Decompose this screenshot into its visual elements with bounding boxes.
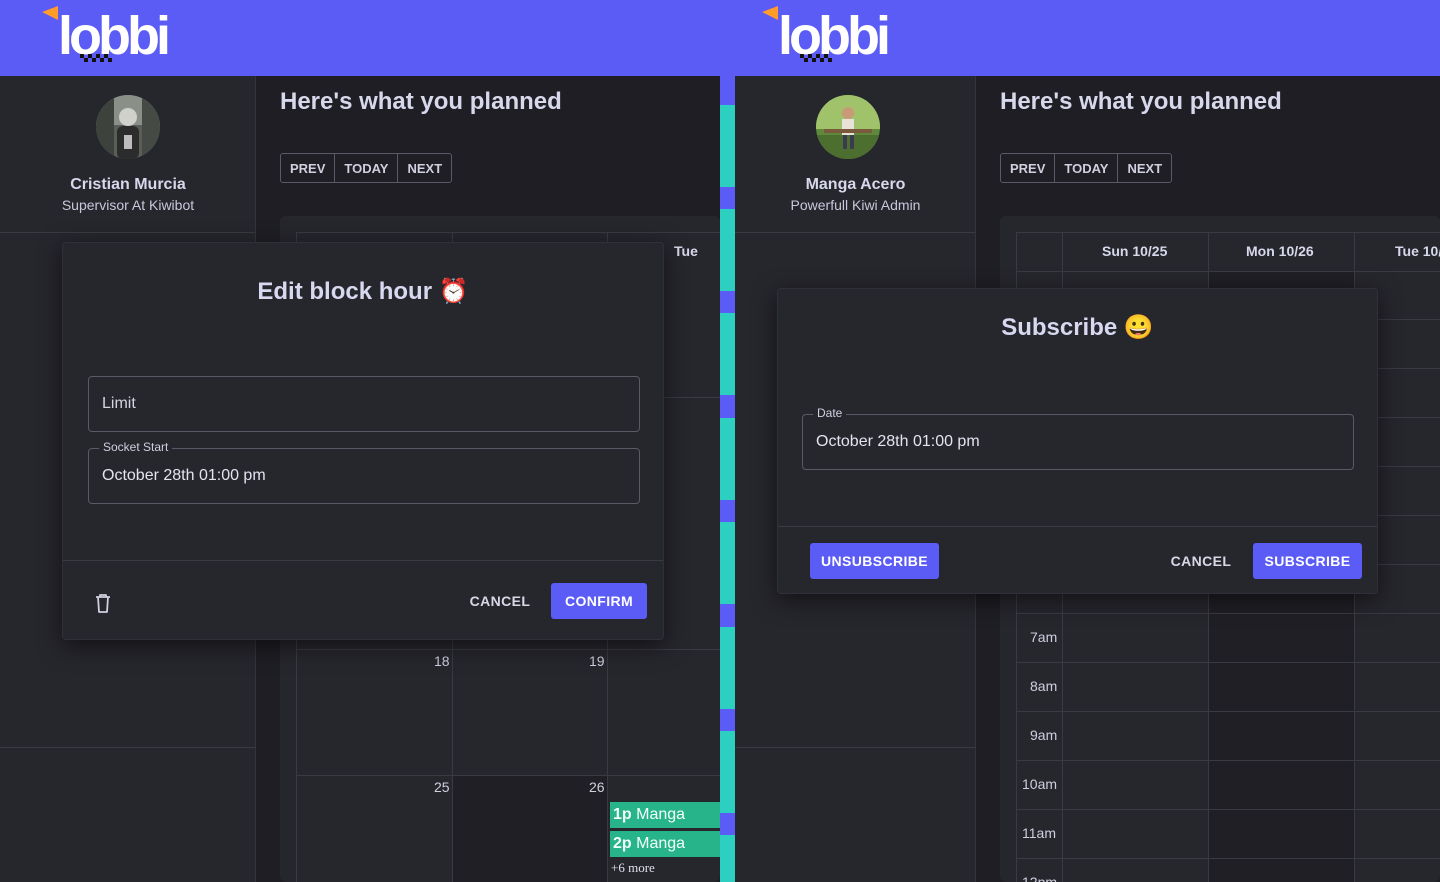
avatar[interactable] bbox=[816, 95, 880, 159]
cancel-button[interactable]: CANCEL bbox=[1158, 543, 1244, 579]
socket-start-field[interactable]: Socket Start bbox=[88, 440, 640, 504]
dialog-title: Subscribe 😀 bbox=[778, 313, 1377, 342]
day-header: Tue bbox=[674, 243, 698, 259]
grid-line bbox=[1016, 760, 1440, 761]
dialog-title: Edit block hour ⏰ bbox=[63, 277, 663, 306]
sidebar-divider bbox=[735, 747, 975, 748]
grid-line bbox=[1016, 711, 1440, 712]
grid-line bbox=[296, 649, 720, 650]
grid-line bbox=[1016, 271, 1440, 272]
user-role: Powerfull Kiwi Admin bbox=[790, 197, 921, 213]
lobbi-logo[interactable]: lobbi bbox=[760, 4, 900, 66]
lobbi-logo[interactable]: lobbi bbox=[40, 4, 180, 66]
smile-emoji-icon: 😀 bbox=[1123, 314, 1154, 341]
day-header: Mon 10/26 bbox=[1246, 243, 1314, 259]
event-time: 1p bbox=[613, 806, 632, 823]
date-field[interactable]: Date bbox=[802, 406, 1354, 470]
dialog-divider bbox=[778, 526, 1377, 527]
dialog-title-text: Subscribe bbox=[1001, 314, 1118, 341]
event-name: Manga bbox=[636, 806, 686, 823]
trash-icon[interactable] bbox=[91, 591, 115, 615]
top-bar: lobbi bbox=[0, 0, 720, 76]
sidebar-divider bbox=[0, 232, 255, 233]
avatar[interactable] bbox=[96, 95, 160, 159]
grid-line bbox=[1016, 662, 1440, 663]
right-screen: lobbi Manga Acero Powerfull Kiwi Admin H… bbox=[735, 0, 1440, 882]
prev-button[interactable]: PREV bbox=[281, 154, 336, 182]
limit-field[interactable] bbox=[88, 376, 640, 432]
date-input[interactable] bbox=[816, 415, 1311, 469]
hour-label: 7am bbox=[1030, 629, 1058, 645]
today-cell bbox=[453, 776, 607, 882]
screen-separator bbox=[720, 0, 735, 882]
calendar-nav: PREV TODAY NEXT bbox=[1000, 153, 1173, 183]
grid-line bbox=[1016, 858, 1440, 859]
calendar-event[interactable]: 2p Manga bbox=[610, 831, 720, 857]
user-name: Cristian Murcia bbox=[70, 176, 186, 193]
prev-button[interactable]: PREV bbox=[1001, 154, 1056, 182]
hour-label: 8am bbox=[1030, 678, 1058, 694]
sidebar-divider bbox=[0, 747, 255, 748]
left-screen: lobbi Cristian Murcia Supervisor At Kiwi… bbox=[0, 0, 720, 882]
today-button[interactable]: TODAY bbox=[335, 154, 399, 182]
event-name: Manga bbox=[636, 835, 686, 852]
grid-line bbox=[296, 232, 720, 233]
next-button[interactable]: NEXT bbox=[398, 154, 451, 182]
subscribe-dialog: Subscribe 😀 Date UNSUBSCRIBE CANCEL SUBS… bbox=[777, 288, 1378, 594]
svg-text:lobbi: lobbi bbox=[58, 6, 168, 66]
calendar-event[interactable]: 1p Manga bbox=[610, 802, 720, 828]
hour-label: 10am bbox=[1022, 776, 1058, 792]
date-number[interactable]: 19 bbox=[589, 653, 605, 669]
alarm-clock-icon: ⏰ bbox=[438, 278, 469, 305]
date-number[interactable]: 25 bbox=[434, 779, 450, 795]
dialog-actions: CANCEL CONFIRM bbox=[63, 561, 663, 641]
hour-label: 12pm bbox=[1022, 874, 1058, 882]
grid-line bbox=[1016, 613, 1440, 614]
event-time: 2p bbox=[613, 835, 632, 852]
socket-start-input[interactable] bbox=[102, 449, 597, 503]
edit-block-hour-dialog: Edit block hour ⏰ Socket Start CANCEL CO… bbox=[62, 242, 664, 640]
svg-text:lobbi: lobbi bbox=[778, 6, 888, 66]
date-number[interactable]: 18 bbox=[434, 653, 450, 669]
sidebar-divider bbox=[735, 232, 975, 233]
day-header: Sun 10/25 bbox=[1102, 243, 1168, 259]
limit-input[interactable] bbox=[102, 377, 597, 431]
day-header: Tue 10/ bbox=[1395, 243, 1440, 259]
confirm-button[interactable]: CONFIRM bbox=[551, 583, 647, 619]
user-role: Supervisor At Kiwibot bbox=[61, 197, 195, 213]
calendar-nav: PREV TODAY NEXT bbox=[280, 153, 453, 183]
page-title: Here's what you planned bbox=[280, 88, 562, 115]
hour-label: 11am bbox=[1022, 825, 1056, 841]
top-bar: lobbi bbox=[735, 0, 1440, 76]
page-title: Here's what you planned bbox=[1000, 88, 1282, 115]
unsubscribe-button[interactable]: UNSUBSCRIBE bbox=[810, 543, 939, 579]
subscribe-button[interactable]: SUBSCRIBE bbox=[1253, 543, 1362, 579]
today-button[interactable]: TODAY bbox=[1055, 154, 1119, 182]
date-number[interactable]: 26 bbox=[589, 779, 605, 795]
dialog-title-text: Edit block hour bbox=[257, 278, 433, 305]
cancel-button[interactable]: CANCEL bbox=[457, 583, 543, 619]
user-name: Manga Acero bbox=[805, 176, 906, 193]
hour-label: 9am bbox=[1030, 727, 1058, 743]
more-events-link[interactable]: +6 more bbox=[611, 860, 655, 876]
grid-line bbox=[1016, 232, 1440, 233]
next-button[interactable]: NEXT bbox=[1118, 154, 1171, 182]
grid-line bbox=[1016, 809, 1440, 810]
